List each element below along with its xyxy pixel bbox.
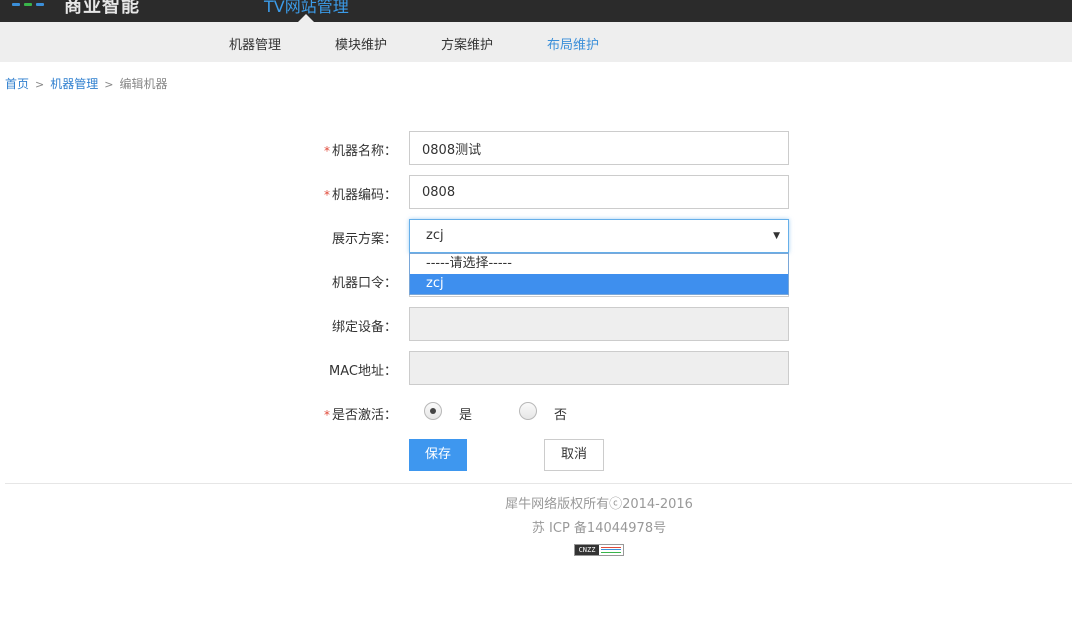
form-row-device: 绑定设备： [0,307,1072,341]
bound-device-input [409,307,789,341]
form-row-name: * 机器名称： [0,131,1072,165]
form-row-active: * 是否激活： 是 否 [0,395,1072,429]
mac-label: MAC地址： [329,364,397,379]
required-mark: * [323,188,330,202]
required-mark: * [323,408,330,422]
form-row-mac: MAC地址： [0,351,1072,385]
form-row-scheme: 展示方案： zcj ▼ [0,219,1072,253]
active-no-label: 否 [554,408,568,423]
required-mark: * [323,144,330,158]
scheme-option-zcj[interactable]: zcj [410,274,788,294]
breadcrumb-home-link[interactable]: 首页 [5,77,29,91]
machine-code-input[interactable] [409,175,789,209]
top-header: 商业智能 TV网站管理 [0,0,1072,22]
cnzz-bars-icon [599,545,623,555]
active-no-radio[interactable] [519,402,537,420]
mac-address-input [409,351,789,385]
scheme-dropdown-list: -----请选择----- zcj [409,253,789,295]
cnzz-badge-text: CNZZ [575,545,599,555]
nav-layout-maintenance[interactable]: 布局维护 [547,34,599,53]
form-row-code: * 机器编码： [0,175,1072,209]
logo-icon [12,3,44,6]
sub-nav: 机器管理 模块维护 方案维护 布局维护 [0,22,1072,62]
icp-text[interactable]: 苏 ICP 备14044978号 [0,517,1072,536]
breadcrumb-current: 编辑机器 [119,77,168,91]
device-label: 绑定设备： [331,320,397,335]
footer-divider [5,483,1072,484]
active-yes-radio[interactable] [424,402,442,420]
cnzz-stats-badge-icon[interactable]: CNZZ [574,544,624,556]
breadcrumb-separator: > [104,78,114,91]
machine-name-input[interactable] [409,131,789,165]
breadcrumb-parent-link[interactable]: 机器管理 [50,77,98,91]
active-caret-icon [298,14,314,22]
code-label: * 机器编码： [323,188,397,203]
cancel-button[interactable]: 取消 [544,439,604,471]
scheme-label: 展示方案： [331,232,397,247]
nav-machine-management[interactable]: 机器管理 [229,34,281,53]
breadcrumb-separator: > [35,78,45,91]
dropdown-arrow-icon: ▼ [773,231,780,241]
brand-name: 商业智能 [64,0,140,17]
name-label: * 机器名称： [323,144,397,159]
nav-module-maintenance[interactable]: 模块维护 [335,34,387,53]
password-label: 机器口令： [331,276,397,291]
scheme-option-placeholder[interactable]: -----请选择----- [410,254,788,274]
active-yes-label: 是 [459,408,473,423]
copyright-text: 犀牛网络版权所有ⓒ2014-2016 [505,497,693,512]
active-label: * 是否激活： [323,408,397,423]
save-button[interactable]: 保存 [409,439,467,471]
scheme-select[interactable]: zcj ▼ [409,219,789,253]
breadcrumb: 首页 > 机器管理 > 编辑机器 [5,75,167,92]
scheme-select-value: zcj [426,228,444,243]
nav-scheme-maintenance[interactable]: 方案维护 [441,34,493,53]
